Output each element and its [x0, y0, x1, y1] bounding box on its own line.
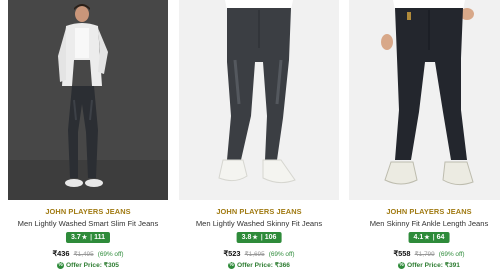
rating-badge: 3.7★ | 111 [65, 232, 111, 243]
offer-price-label: Offer Price: ₹391 [407, 262, 460, 269]
product-grid: JOHN PLAYERS JEANS Men Lightly Washed Sm… [0, 0, 500, 270]
rating-value: 4.1 [413, 234, 424, 241]
brand-name[interactable]: JOHN PLAYERS JEANS [8, 207, 168, 216]
mrp-price: ₹1,695 [244, 251, 265, 258]
rating-value: 3.7 [70, 234, 81, 241]
price-row: ₹436 ₹1,495 (69% off) [8, 249, 168, 258]
offer-price-label: Offer Price: ₹305 [66, 262, 119, 269]
offer-price: % Offer Price: ₹305 [8, 261, 168, 269]
price-row: ₹523 ₹1,695 (69% off) [179, 249, 339, 258]
product-image[interactable] [349, 0, 500, 200]
mrp-price: ₹1,799 [414, 251, 435, 258]
rating-badge: 3.8★ | 106 [236, 232, 282, 243]
brand-name[interactable]: JOHN PLAYERS JEANS [349, 207, 500, 216]
review-count: 64 [436, 234, 445, 241]
discount-label: (69% off) [97, 251, 124, 258]
offer-tag-icon: % [57, 261, 65, 269]
review-count: 111 [94, 234, 106, 241]
product-title[interactable]: Men Skinny Fit Ankle Length Jeans [349, 219, 500, 228]
selling-price: ₹558 [393, 249, 411, 258]
product-card[interactable]: JOHN PLAYERS JEANS Men Lightly Washed Sk… [179, 0, 339, 270]
product-image[interactable] [179, 0, 339, 200]
offer-price: % Offer Price: ₹366 [179, 261, 339, 269]
product-image[interactable] [8, 0, 168, 200]
star-icon: ★ [81, 235, 88, 241]
rating-separator: | [432, 234, 435, 241]
product-title[interactable]: Men Lightly Washed Smart Slim Fit Jeans [8, 219, 168, 228]
offer-tag-icon: % [228, 261, 236, 269]
rating-value: 3.8 [241, 234, 252, 241]
discount-label: (69% off) [438, 251, 465, 258]
price-row: ₹558 ₹1,799 (69% off) [349, 249, 500, 258]
selling-price: ₹523 [223, 249, 241, 258]
star-icon: ★ [424, 235, 430, 241]
jeans-closeup-image [179, 0, 339, 200]
jeans-closeup-image [349, 0, 500, 200]
offer-price: % Offer Price: ₹391 [349, 261, 500, 269]
product-title[interactable]: Men Lightly Washed Skinny Fit Jeans [179, 219, 339, 228]
model-wearing-jeans-image [8, 0, 168, 200]
selling-price: ₹436 [52, 249, 70, 258]
rating-separator: | [260, 234, 263, 241]
rating-separator: | [90, 234, 93, 241]
offer-price-label: Offer Price: ₹366 [237, 262, 290, 269]
product-card[interactable]: JOHN PLAYERS JEANS Men Skinny Fit Ankle … [349, 0, 500, 270]
offer-tag-icon: % [398, 261, 406, 269]
product-card[interactable]: JOHN PLAYERS JEANS Men Lightly Washed Sm… [8, 0, 168, 270]
review-count: 106 [264, 234, 277, 241]
brand-name[interactable]: JOHN PLAYERS JEANS [179, 207, 339, 216]
mrp-price: ₹1,495 [73, 251, 94, 258]
discount-label: (69% off) [268, 251, 295, 258]
rating-badge: 4.1★ | 64 [408, 232, 450, 243]
star-icon: ★ [252, 235, 258, 241]
